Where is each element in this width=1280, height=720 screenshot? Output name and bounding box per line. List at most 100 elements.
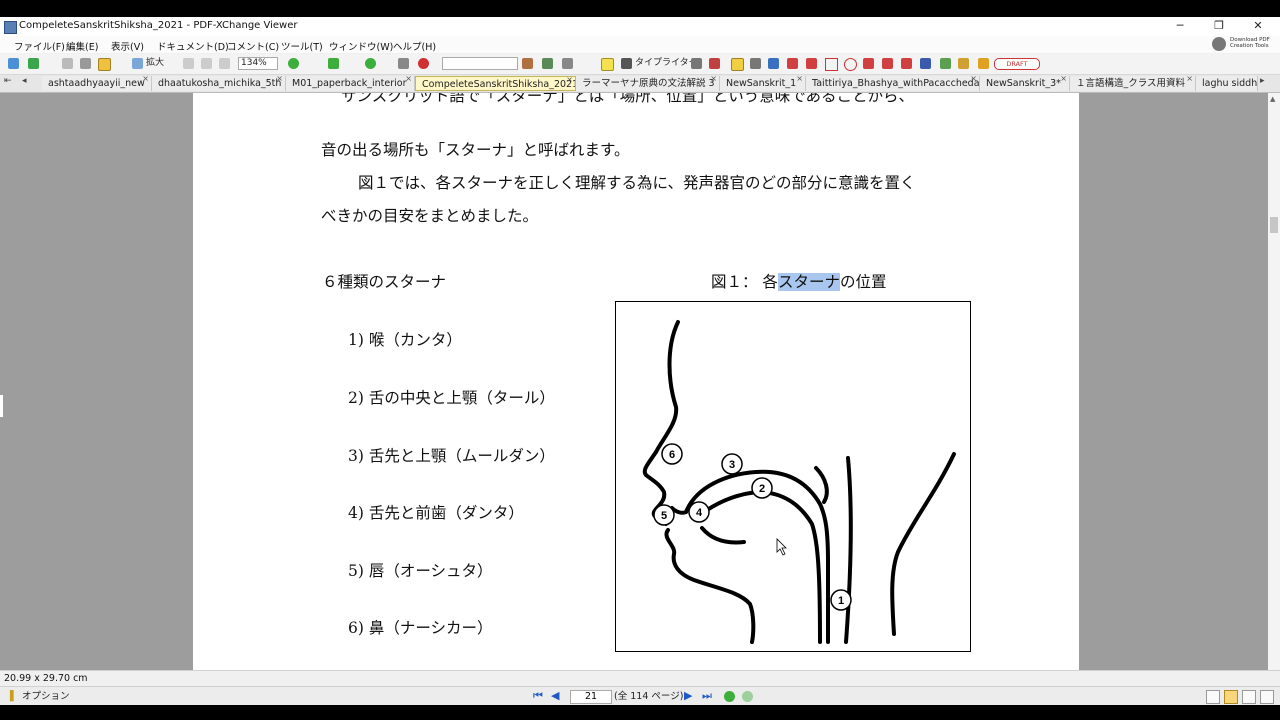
textbox-icon[interactable] xyxy=(691,58,702,69)
rectangle-icon[interactable] xyxy=(825,58,838,71)
callout-icon[interactable] xyxy=(709,58,720,69)
pencil-icon[interactable] xyxy=(940,58,951,69)
menu-window[interactable]: ウィンドウ(W) xyxy=(329,39,393,53)
tab-close-icon[interactable]: × xyxy=(276,76,283,86)
tab-laghu-siddh[interactable]: laghu siddh xyxy=(1196,76,1258,91)
fit-width-icon[interactable] xyxy=(219,58,230,69)
tab-close-icon[interactable]: × xyxy=(796,76,803,86)
search-box[interactable] xyxy=(442,57,518,70)
forward-view-icon[interactable] xyxy=(742,691,753,702)
marker-label: 3 xyxy=(729,459,735,471)
paragraph-line-1: サンスクリット語で「スターナ」とは「場所、位置」という意味であることから、 xyxy=(341,93,915,105)
line-icon[interactable] xyxy=(806,58,817,69)
open-icon[interactable] xyxy=(8,58,19,69)
pentagon-icon[interactable] xyxy=(882,58,893,69)
strikeout-icon[interactable] xyxy=(750,58,761,69)
tab-dhaatukosha[interactable]: dhaatukosha_michika_5th × xyxy=(152,76,286,91)
caption-highlighted-selection[interactable]: スターナ xyxy=(777,273,840,291)
tools-icon[interactable] xyxy=(542,58,553,69)
cloud-icon[interactable] xyxy=(901,58,912,69)
options-button[interactable]: オプション xyxy=(22,690,70,703)
menu-view[interactable]: 表示(V) xyxy=(111,39,144,53)
tab-close-icon[interactable]: × xyxy=(405,76,412,86)
menu-edit[interactable]: 編集(E) xyxy=(66,39,98,53)
tab-label: ラーマーヤナ原典の文法解説 3 xyxy=(582,78,715,89)
undo-icon[interactable] xyxy=(328,58,339,69)
tab-newsanskrit-3[interactable]: NewSanskrit_3* × xyxy=(980,76,1070,91)
menu-file[interactable]: ファイル(F) xyxy=(14,39,65,53)
minimize-button[interactable]: ─ xyxy=(1162,18,1198,34)
forward-icon[interactable] xyxy=(365,58,376,69)
tab-close-icon[interactable]: × xyxy=(710,76,717,86)
tab-m01-paperback[interactable]: M01_paperback_interior × xyxy=(286,76,415,91)
prev-page-icon[interactable]: ◀ xyxy=(551,690,559,702)
list-item: 3) 舌先と上顎（ムールダン） xyxy=(348,447,555,465)
menu-bar: ファイル(F) 編集(E) 表示(V) ドキュメント(D) コメント(C) ツー… xyxy=(0,36,1280,53)
single-page-view-icon[interactable] xyxy=(1206,690,1220,704)
tab-close-icon[interactable]: × xyxy=(970,76,977,86)
typewriter-icon[interactable] xyxy=(621,58,632,69)
facing-view-icon[interactable] xyxy=(1242,690,1256,704)
tab-taittiriya-bhashya[interactable]: Taittiriya_Bhashya_withPacaccheda × xyxy=(806,76,980,91)
continuous-view-icon[interactable] xyxy=(1224,690,1238,704)
fit-page-icon[interactable] xyxy=(201,58,212,69)
tab-newsanskrit-1[interactable]: NewSanskrit_1 × xyxy=(720,76,806,91)
find-icon[interactable] xyxy=(522,58,533,69)
zoom-icon[interactable] xyxy=(132,58,143,69)
typewriter-label[interactable]: タイプライター xyxy=(635,57,698,70)
stamp-icon[interactable] xyxy=(978,58,989,69)
link-icon[interactable] xyxy=(398,58,409,69)
eraser-icon[interactable] xyxy=(958,58,969,69)
hand-tool-icon[interactable] xyxy=(62,58,73,69)
note-icon[interactable] xyxy=(601,58,614,71)
vertical-scrollbar[interactable]: ▲ ▼ xyxy=(1268,93,1280,686)
options-icon[interactable]: ▌ xyxy=(10,690,17,703)
underline-icon[interactable] xyxy=(768,58,779,69)
snapshot-icon[interactable] xyxy=(80,58,91,69)
highlight-icon[interactable] xyxy=(731,58,744,71)
tab-ramayana[interactable]: ラーマーヤナ原典の文法解説 3 × xyxy=(576,76,720,91)
first-page-icon[interactable]: ⏮ xyxy=(533,690,543,702)
tab-close-icon[interactable]: × xyxy=(142,76,149,86)
scrollbar-thumb[interactable] xyxy=(1270,217,1278,233)
tab-scroll-prev-icon[interactable]: ◂ xyxy=(22,76,27,86)
zoom-select[interactable]: 134% xyxy=(238,57,278,70)
tab-scroll-next-icon[interactable]: ▸ xyxy=(1260,76,1265,86)
save-icon[interactable] xyxy=(28,58,39,69)
back-view-icon[interactable] xyxy=(724,691,735,702)
close-button[interactable]: ✕ xyxy=(1240,18,1276,34)
zoom-in-label[interactable]: 拡大 xyxy=(146,57,164,70)
tab-scroll-first-icon[interactable]: ⇤ xyxy=(4,76,12,86)
select-text-icon[interactable] xyxy=(98,58,111,71)
continuous-facing-view-icon[interactable] xyxy=(1260,690,1274,704)
menu-help[interactable]: ヘルプ(H) xyxy=(393,39,436,53)
record-icon[interactable] xyxy=(418,58,429,69)
tab-close-icon[interactable]: × xyxy=(566,77,573,87)
menu-comment[interactable]: コメント(C) xyxy=(227,39,279,53)
download-pdf-tools-button[interactable]: Download PDF Creation Tools xyxy=(1212,36,1272,53)
restore-button[interactable]: ❐ xyxy=(1201,18,1237,34)
settings-icon[interactable] xyxy=(562,58,573,69)
panel-splitter-handle[interactable] xyxy=(0,395,3,417)
pdf-page[interactable]: サンスクリット語で「スターナ」とは「場所、位置」という意味であることから、 音の… xyxy=(193,93,1079,670)
tab-close-icon[interactable]: × xyxy=(1186,76,1193,86)
last-page-icon[interactable]: ⏭ xyxy=(702,690,712,702)
actual-size-icon[interactable] xyxy=(183,58,194,69)
page-number-input[interactable]: 21 xyxy=(570,690,612,704)
tab-compelete-sanskrit-shiksha[interactable]: CompeleteSanskritShiksha_2021 × xyxy=(415,76,576,91)
scroll-up-icon[interactable]: ▲ xyxy=(1270,95,1275,103)
tab-gengo-kouzou[interactable]: １言語構造_クラス用資料 × xyxy=(1070,76,1196,91)
pin-icon[interactable] xyxy=(920,58,931,69)
menu-tools[interactable]: ツール(T) xyxy=(281,39,323,53)
polygon-icon[interactable] xyxy=(863,58,874,69)
tab-ashtaadhyaayii[interactable]: ashtaadhyaayii_new × xyxy=(42,76,152,91)
go-icon[interactable] xyxy=(288,58,299,69)
next-page-icon[interactable]: ▶ xyxy=(684,690,692,702)
menu-document[interactable]: ドキュメント(D) xyxy=(157,39,229,53)
document-viewer[interactable]: サンスクリット語で「スターナ」とは「場所、位置」という意味であることから、 音の… xyxy=(0,93,1268,670)
tab-close-icon[interactable]: × xyxy=(1060,76,1067,86)
draft-stamp-button[interactable]: DRAFT xyxy=(994,58,1040,70)
arrow-icon[interactable] xyxy=(787,58,798,69)
tab-label: M01_paperback_interior xyxy=(292,78,407,89)
oval-icon[interactable] xyxy=(844,58,857,71)
